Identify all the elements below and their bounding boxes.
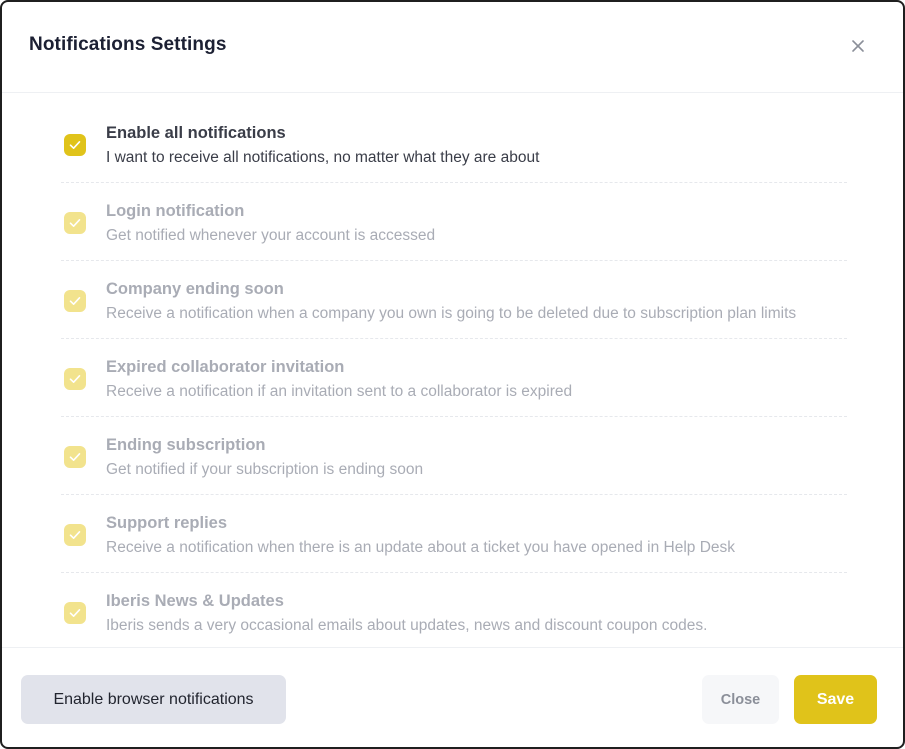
- option-title: Expired collaborator invitation: [106, 358, 345, 376]
- option-company-ending-soon: Company ending soon Receive a notificati…: [61, 272, 847, 339]
- option-description: Get notified if your subscription is end…: [106, 461, 424, 478]
- check-icon: [69, 219, 81, 227]
- close-button[interactable]: Close: [702, 675, 779, 724]
- support-replies-checkbox[interactable]: [64, 524, 86, 546]
- option-description: Iberis sends a very occasional emails ab…: [106, 617, 708, 634]
- option-expired-collaborator-invitation: Expired collaborator invitation Receive …: [61, 350, 847, 417]
- modal-footer: Enable browser notifications Close Save: [2, 647, 903, 747]
- login-notification-checkbox[interactable]: [64, 212, 86, 234]
- option-description: Get notified whenever your account is ac…: [106, 227, 436, 244]
- check-icon: [69, 141, 81, 149]
- enable-all-checkbox[interactable]: [64, 134, 86, 156]
- enable-browser-notifications-button[interactable]: Enable browser notifications: [21, 675, 286, 724]
- option-title: Enable all notifications: [106, 124, 286, 142]
- close-icon[interactable]: [848, 36, 868, 56]
- option-support-replies: Support replies Receive a notification w…: [61, 506, 847, 573]
- notification-options-list: Enable all notifications I want to recei…: [61, 116, 847, 650]
- check-icon: [69, 297, 81, 305]
- save-button[interactable]: Save: [794, 675, 877, 724]
- option-description: I want to receive all notifications, no …: [106, 149, 540, 166]
- option-description: Receive a notification if an invitation …: [106, 383, 573, 400]
- option-iberis-news-updates: Iberis News & Updates Iberis sends a ver…: [61, 584, 847, 650]
- check-icon: [69, 531, 81, 539]
- option-ending-subscription: Ending subscription Get notified if your…: [61, 428, 847, 495]
- company-ending-soon-checkbox[interactable]: [64, 290, 86, 312]
- option-title: Iberis News & Updates: [106, 592, 284, 610]
- option-title: Support replies: [106, 514, 228, 532]
- option-title: Ending subscription: [106, 436, 266, 454]
- option-enable-all: Enable all notifications I want to recei…: [61, 116, 847, 183]
- check-icon: [69, 453, 81, 461]
- ending-subscription-checkbox[interactable]: [64, 446, 86, 468]
- notifications-settings-modal: Notifications Settings Enable all notifi…: [0, 0, 905, 749]
- option-description: Receive a notification when a company yo…: [106, 305, 797, 322]
- modal-title: Notifications Settings: [29, 34, 227, 55]
- modal-header: Notifications Settings: [2, 2, 903, 93]
- check-icon: [69, 609, 81, 617]
- check-icon: [69, 375, 81, 383]
- option-description: Receive a notification when there is an …: [106, 539, 736, 556]
- option-title: Company ending soon: [106, 280, 284, 298]
- option-login-notification: Login notification Get notified whenever…: [61, 194, 847, 261]
- expired-collaborator-invitation-checkbox[interactable]: [64, 368, 86, 390]
- iberis-news-updates-checkbox[interactable]: [64, 602, 86, 624]
- option-title: Login notification: [106, 202, 245, 220]
